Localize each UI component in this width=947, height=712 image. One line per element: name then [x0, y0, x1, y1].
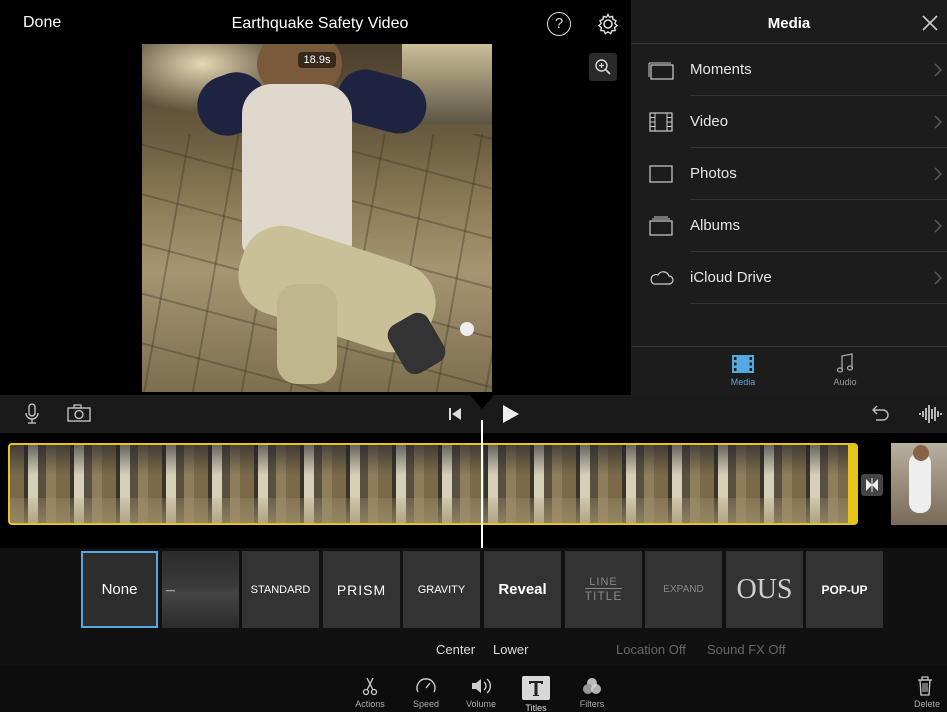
- title-style-label: GRAVITY: [417, 583, 466, 596]
- title-style-expand[interactable]: EXPAND: [645, 551, 722, 628]
- media-item-label: Photos: [690, 165, 737, 182]
- cloud-icon: [650, 271, 674, 285]
- chevron-right-icon: [934, 219, 943, 233]
- title-style-label-bottom: TITLE: [584, 589, 623, 603]
- tool-label: Speed: [412, 699, 440, 709]
- undo-icon[interactable]: [868, 404, 890, 424]
- media-item-label: iCloud Drive: [690, 269, 772, 286]
- playhead-marker: [470, 395, 494, 409]
- title-style-label: EXPAND: [663, 584, 704, 595]
- titles-icon: [522, 676, 550, 700]
- camera-icon[interactable]: [66, 403, 92, 423]
- title-style-label: Reveal: [498, 581, 547, 598]
- title-style-prism[interactable]: PRISM: [323, 551, 400, 628]
- media-tab-bar: Media Audio: [631, 346, 947, 395]
- title-style-pop-up[interactable]: POP-UP: [806, 551, 883, 628]
- skip-to-start-icon[interactable]: [447, 406, 463, 422]
- title-options-row: Center Lower Location Off Sound FX Off: [0, 632, 947, 666]
- help-icon[interactable]: ?: [547, 12, 571, 36]
- music-note-icon: [836, 353, 854, 373]
- close-icon[interactable]: [921, 14, 939, 32]
- media-item-video[interactable]: Video: [631, 96, 947, 148]
- title-style-ous[interactable]: OUS: [726, 551, 803, 628]
- title-style-none[interactable]: None: [81, 551, 158, 628]
- chevron-right-icon: [934, 63, 943, 77]
- title-style-label: PRISM: [336, 581, 387, 598]
- media-item-label: Moments: [690, 61, 752, 78]
- media-item-label: Albums: [690, 217, 741, 234]
- transition-button[interactable]: [861, 474, 883, 496]
- tool-label: Delete: [913, 699, 940, 709]
- tab-audio[interactable]: Audio: [815, 353, 875, 387]
- video-preview[interactable]: [142, 44, 492, 392]
- next-clip-thumbnail[interactable]: [891, 443, 947, 525]
- video-clip[interactable]: [8, 443, 858, 525]
- title-style-label: None: [101, 581, 138, 598]
- tool-label: Titles: [525, 703, 547, 712]
- project-title: Earthquake Safety Video: [231, 15, 409, 32]
- filters-tool[interactable]: Filters: [567, 676, 617, 709]
- chevron-right-icon: [934, 115, 943, 129]
- zoom-icon: [595, 59, 611, 75]
- media-item-icloud-drive[interactable]: iCloud Drive: [631, 252, 947, 304]
- sound-fx-toggle[interactable]: Sound FX Off: [707, 642, 786, 657]
- timeline[interactable]: [0, 433, 947, 548]
- transition-icon: [866, 478, 878, 492]
- title-style-label-top: LINE: [585, 576, 622, 589]
- media-tab-icon: [732, 355, 754, 373]
- speaker-icon: [472, 678, 491, 694]
- trash-icon: [918, 676, 932, 696]
- tool-label: Actions: [355, 699, 385, 709]
- actions-tool[interactable]: Actions: [345, 676, 395, 709]
- albums-icon: [649, 216, 673, 236]
- title-style-label: POP-UP: [821, 582, 868, 597]
- filters-icon: [583, 678, 601, 694]
- delete-tool[interactable]: Delete: [914, 676, 947, 709]
- title-style-gravity[interactable]: GRAVITY: [403, 551, 480, 628]
- chevron-right-icon: [934, 167, 943, 181]
- speedometer-icon: [416, 678, 436, 693]
- title-style-label: —: [166, 584, 175, 595]
- media-item-moments[interactable]: Moments: [631, 44, 947, 96]
- tab-audio-label: Audio: [833, 377, 857, 387]
- play-icon[interactable]: [500, 404, 520, 424]
- done-button[interactable]: Done: [23, 14, 61, 32]
- photo-icon: [649, 165, 673, 183]
- playhead-line[interactable]: [481, 420, 483, 548]
- zoom-button[interactable]: [589, 53, 617, 81]
- titles-tool[interactable]: Titles: [511, 676, 561, 712]
- media-item-albums[interactable]: Albums: [631, 200, 947, 252]
- title-style-line-title[interactable]: LINE TITLE: [565, 551, 642, 628]
- gear-icon[interactable]: [596, 12, 620, 36]
- tab-media-label: Media: [730, 377, 756, 387]
- microphone-icon[interactable]: [24, 403, 40, 425]
- moments-icon: [648, 62, 674, 80]
- waveform-icon[interactable]: [918, 403, 942, 425]
- volume-tool[interactable]: Volume: [456, 676, 506, 709]
- bottom-toolbar: Actions Speed Volume Titles Filters Dele…: [0, 666, 947, 712]
- title-styles-strip: None — STANDARD PRISM GRAVITY Reveal LIN…: [0, 548, 947, 632]
- position-lower-option[interactable]: Lower: [493, 642, 528, 657]
- title-style-label: STANDARD: [250, 583, 311, 596]
- duration-badge: 18.9s: [298, 52, 336, 68]
- title-style-standard[interactable]: STANDARD: [242, 551, 319, 628]
- media-panel: Media Moments Video Photos Albums iCloud…: [631, 0, 947, 395]
- speed-tool[interactable]: Speed: [401, 676, 451, 709]
- tab-media[interactable]: Media: [713, 353, 773, 387]
- viewer-area: Done Earthquake Safety Video ? 18.9s: [0, 0, 631, 395]
- title-style-dash[interactable]: —: [162, 551, 239, 628]
- media-item-photos[interactable]: Photos: [631, 148, 947, 200]
- media-header: Media: [631, 0, 947, 44]
- position-center-option[interactable]: Center: [436, 642, 475, 657]
- tool-label: Volume: [465, 699, 497, 709]
- media-item-label: Video: [690, 113, 729, 130]
- scissors-icon: [362, 677, 378, 696]
- chevron-right-icon: [934, 271, 943, 285]
- film-icon: [649, 112, 673, 132]
- title-style-reveal[interactable]: Reveal: [484, 551, 561, 628]
- media-title: Media: [767, 15, 811, 32]
- location-toggle[interactable]: Location Off: [616, 642, 686, 657]
- tool-label: Filters: [579, 699, 605, 709]
- title-style-label: OUS: [736, 573, 793, 605]
